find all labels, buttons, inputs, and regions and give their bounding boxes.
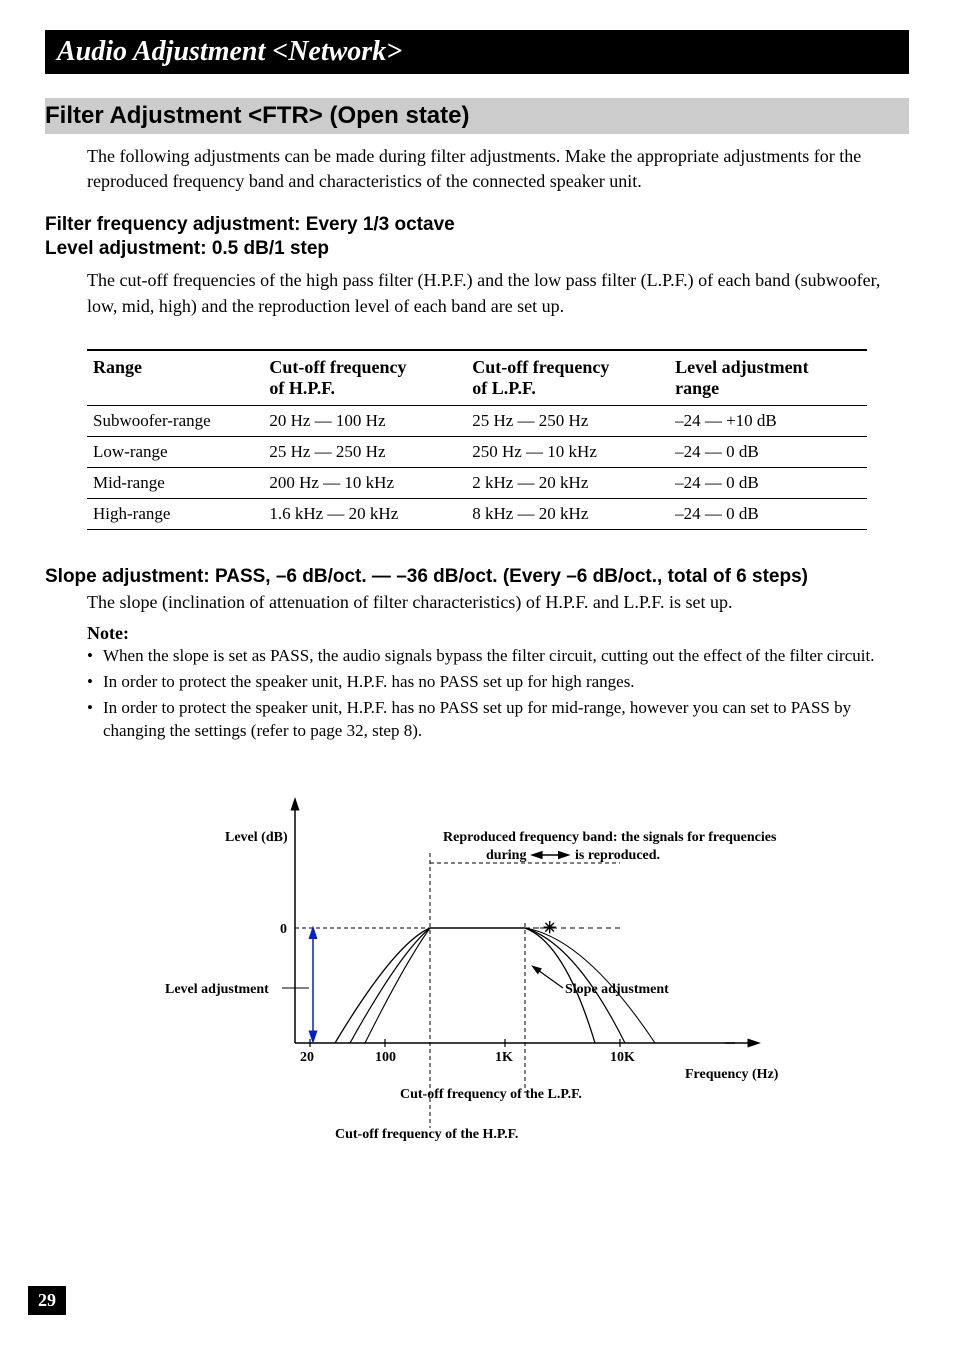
intro-paragraph: The following adjustments can be made du… bbox=[87, 144, 909, 194]
note-item: When the slope is set as PASS, the audio… bbox=[87, 644, 909, 668]
svg-text:Frequency (Hz): Frequency (Hz) bbox=[685, 1067, 779, 1082]
table-cell: High-range bbox=[87, 498, 263, 529]
table-cell: –24 — 0 dB bbox=[669, 498, 867, 529]
svg-text:Cut-off frequency of the H.P.F: Cut-off frequency of the H.P.F. bbox=[335, 1127, 518, 1142]
table-cell: 25 Hz — 250 Hz bbox=[263, 436, 466, 467]
th-level: Level adjustmentrange bbox=[669, 350, 867, 406]
svg-text:Level adjustment: Level adjustment bbox=[165, 982, 269, 997]
svg-text:100: 100 bbox=[375, 1050, 396, 1065]
table-header-row: Range Cut-off frequencyof H.P.F. Cut-off… bbox=[87, 350, 867, 406]
note-item: In order to protect the speaker unit, H.… bbox=[87, 696, 909, 744]
title-bar: Audio Adjustment <Network> bbox=[45, 30, 909, 74]
page-number: 29 bbox=[28, 1286, 66, 1315]
table-cell: Mid-range bbox=[87, 467, 263, 498]
body-paragraph-1: The cut-off frequencies of the high pass… bbox=[87, 268, 909, 318]
level-adj-heading: Level adjustment: 0.5 dB/1 step bbox=[45, 238, 909, 260]
note-list: When the slope is set as PASS, the audio… bbox=[87, 644, 909, 743]
table-cell: –24 — 0 dB bbox=[669, 467, 867, 498]
table-cell: 25 Hz — 250 Hz bbox=[466, 405, 669, 436]
table-row: Low-range25 Hz — 250 Hz250 Hz — 10 kHz–2… bbox=[87, 436, 867, 467]
note-label: Note: bbox=[87, 623, 909, 644]
table-cell: –24 — 0 dB bbox=[669, 436, 867, 467]
table-cell: 8 kHz — 20 kHz bbox=[466, 498, 669, 529]
table-cell: 250 Hz — 10 kHz bbox=[466, 436, 669, 467]
subheading-block: Filter frequency adjustment: Every 1/3 o… bbox=[45, 214, 909, 260]
filter-diagram: Level (dB) 0 Level adjustment 20 100 1K … bbox=[165, 793, 805, 1153]
table-row: High-range1.6 kHz — 20 kHz8 kHz — 20 kHz… bbox=[87, 498, 867, 529]
section-header: Filter Adjustment <FTR> (Open state) bbox=[45, 98, 909, 134]
table-cell: 200 Hz — 10 kHz bbox=[263, 467, 466, 498]
table-cell: 20 Hz — 100 Hz bbox=[263, 405, 466, 436]
slope-body: The slope (inclination of attenuation of… bbox=[87, 590, 909, 615]
svg-text:✳: ✳ bbox=[543, 920, 556, 937]
filter-freq-heading: Filter frequency adjustment: Every 1/3 o… bbox=[45, 214, 909, 236]
svg-text:Slope adjustment: Slope adjustment bbox=[565, 982, 669, 997]
th-lpf: Cut-off frequencyof L.P.F. bbox=[466, 350, 669, 406]
svg-text:0: 0 bbox=[280, 922, 287, 937]
svg-text:Level (dB): Level (dB) bbox=[225, 830, 288, 845]
svg-text:20: 20 bbox=[300, 1050, 314, 1065]
svg-text:1K: 1K bbox=[495, 1050, 513, 1065]
table-cell: Low-range bbox=[87, 436, 263, 467]
table-cell: –24 — +10 dB bbox=[669, 405, 867, 436]
table-row: Subwoofer-range20 Hz — 100 Hz25 Hz — 250… bbox=[87, 405, 867, 436]
filter-table: Range Cut-off frequencyof H.P.F. Cut-off… bbox=[87, 349, 867, 530]
table-row: Mid-range200 Hz — 10 kHz2 kHz — 20 kHz–2… bbox=[87, 467, 867, 498]
table-cell: Subwoofer-range bbox=[87, 405, 263, 436]
svg-text:Reproduced frequency band: the: Reproduced frequency band: the signals f… bbox=[443, 830, 777, 845]
table-cell: 2 kHz — 20 kHz bbox=[466, 467, 669, 498]
svg-text:Cut-off frequency of the L.P.F: Cut-off frequency of the L.P.F. bbox=[400, 1087, 582, 1102]
svg-text:during: during bbox=[486, 848, 526, 863]
th-hpf: Cut-off frequencyof H.P.F. bbox=[263, 350, 466, 406]
th-range: Range bbox=[87, 350, 263, 406]
svg-text:10K: 10K bbox=[610, 1050, 635, 1065]
note-item: In order to protect the speaker unit, H.… bbox=[87, 670, 909, 694]
slope-heading: Slope adjustment: PASS, –6 dB/oct. — –36… bbox=[45, 566, 909, 588]
table-cell: 1.6 kHz — 20 kHz bbox=[263, 498, 466, 529]
svg-text:is reproduced.: is reproduced. bbox=[575, 848, 660, 863]
